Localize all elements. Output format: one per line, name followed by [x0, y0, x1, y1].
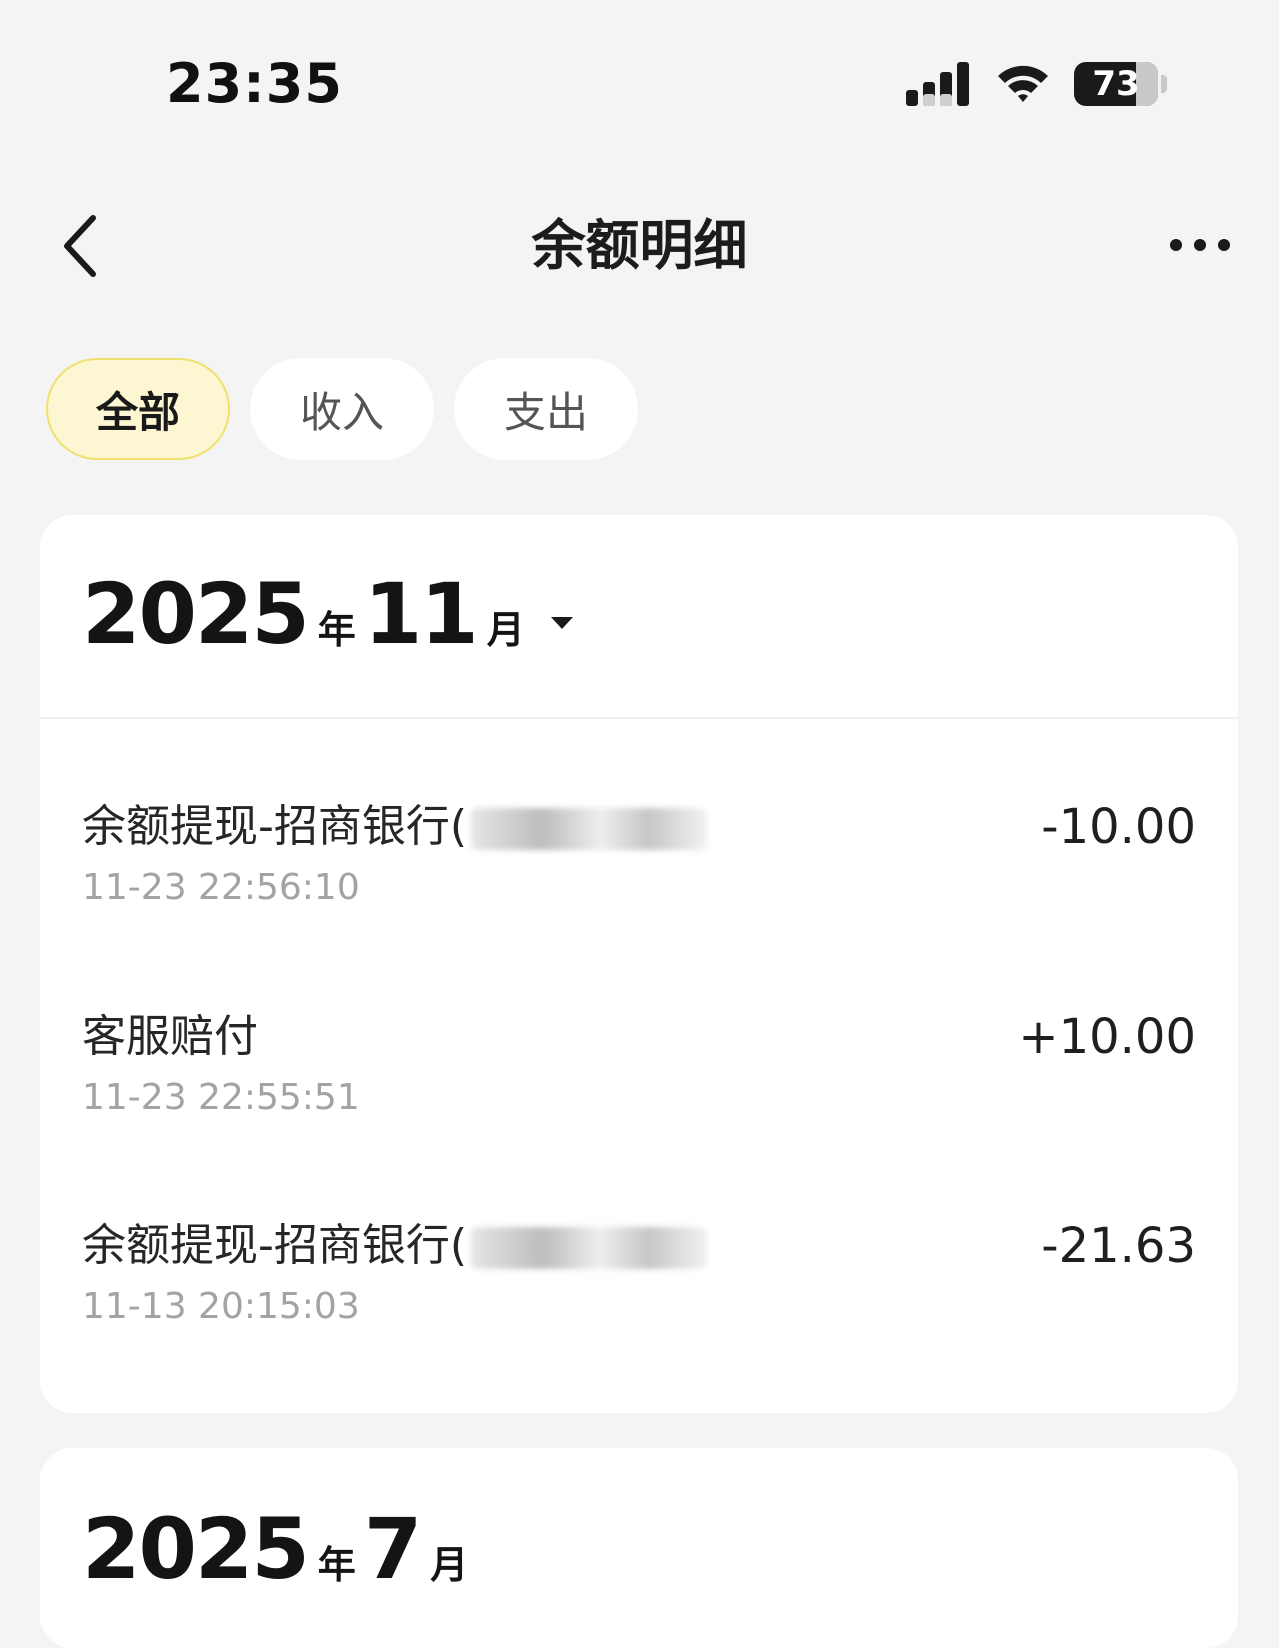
battery-level: 73: [1092, 64, 1140, 104]
more-button[interactable]: [1160, 222, 1240, 268]
transaction-time: 11-23 22:55:51: [82, 1077, 360, 1118]
month-card: 2025 年 7 月: [40, 1448, 1238, 1648]
month-number: 7: [363, 1500, 422, 1598]
transaction-title: 余额提现-招商银行(: [82, 801, 468, 852]
transaction-row[interactable]: 余额提现-招商银行( 11-23 22:56:10 -10.00: [40, 797, 1238, 997]
filter-tab-income[interactable]: 收入: [250, 358, 434, 460]
month-unit: 月: [486, 608, 525, 652]
status-bar: 23:35 73: [0, 0, 1279, 160]
transaction-time: 11-13 20:15:03: [82, 1286, 360, 1327]
transaction-amount: +10.00: [1018, 1009, 1196, 1065]
transaction-title: 客服赔付: [82, 1011, 258, 1062]
redacted-account-mask: [471, 1227, 708, 1269]
filter-tab-expense[interactable]: 支出: [454, 358, 638, 460]
transaction-row[interactable]: 余额提现-招商银行( 11-13 20:15:03 -21.63: [40, 1216, 1238, 1416]
transaction-title: 余额提现-招商银行(: [82, 1220, 468, 1271]
caret-down-icon: [550, 617, 573, 629]
year-unit: 年: [317, 1543, 356, 1587]
month-unit: 月: [430, 1543, 469, 1587]
more-dots-icon: [1170, 239, 1230, 251]
transaction-row[interactable]: 客服赔付 11-23 22:55:51 +10.00: [40, 1007, 1238, 1207]
page-title: 余额明细: [531, 214, 748, 277]
month-number: 11: [363, 565, 479, 663]
redacted-account-mask: [471, 808, 708, 850]
month-selector[interactable]: 2025 年 11 月: [82, 565, 573, 663]
divider: [40, 717, 1238, 719]
month-year: 2025: [82, 565, 310, 663]
status-time: 23:35: [166, 52, 343, 115]
cellular-signal-icon: [906, 62, 969, 106]
transaction-time: 11-23 22:56:10: [82, 867, 360, 908]
month-card: 2025 年 11 月 余额提现-招商银行( 11-23 22:56:10 -1…: [40, 515, 1238, 1413]
wifi-icon: [998, 65, 1048, 102]
battery-icon: 73: [1074, 60, 1170, 108]
filter-tab-all[interactable]: 全部: [46, 358, 230, 460]
transaction-amount: -21.63: [1041, 1218, 1196, 1274]
month-year: 2025: [82, 1500, 310, 1598]
transaction-amount: -10.00: [1041, 799, 1196, 855]
filter-tabs: 全部 收入 支出: [46, 358, 638, 460]
month-selector[interactable]: 2025 年 7 月: [82, 1500, 476, 1598]
year-unit: 年: [317, 608, 356, 652]
